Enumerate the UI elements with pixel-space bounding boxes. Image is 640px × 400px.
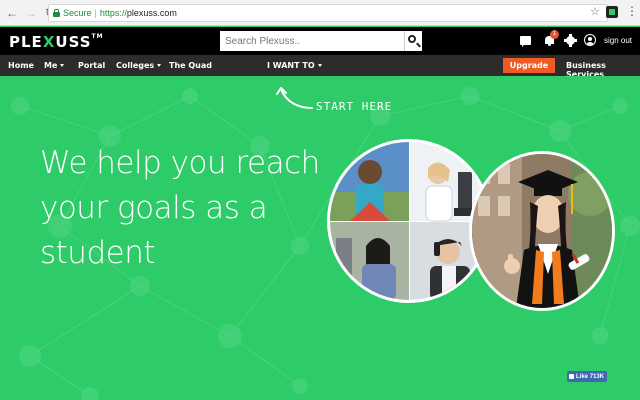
- site-header: PLEXUSSTM 1 sign out: [0, 27, 640, 55]
- hero-section: START HERE We help you reach your goals …: [0, 76, 640, 400]
- extension-icon[interactable]: [606, 6, 618, 18]
- settings-gear-icon[interactable]: [564, 34, 577, 47]
- messages-icon[interactable]: [520, 36, 531, 47]
- headline-line-2: your goals as a: [40, 190, 268, 226]
- chevron-down-icon: [157, 64, 162, 67]
- browser-menu-icon[interactable]: ⋮: [626, 4, 638, 18]
- graduate-student-image: [469, 151, 615, 311]
- notification-badge: 1: [550, 30, 559, 39]
- browser-toolbar: ← → ↻ Secure | https://plexuss.com ☆ ⋮: [0, 0, 640, 26]
- search-icon: [408, 35, 416, 43]
- thumbs-up-icon: [569, 374, 574, 379]
- nav-colleges[interactable]: Colleges: [116, 61, 162, 70]
- nav-colleges-label: Colleges: [116, 61, 155, 70]
- back-icon[interactable]: ←: [5, 6, 19, 20]
- url-separator: |: [94, 8, 97, 18]
- url-host: plexuss.com: [126, 8, 177, 18]
- headline-line-1: We help you reach: [40, 145, 320, 181]
- address-bar[interactable]: Secure | https://plexuss.com: [48, 4, 608, 22]
- user-avatar-icon[interactable]: [584, 34, 596, 46]
- url-scheme: https://: [99, 8, 127, 18]
- nav-i-want-to-label: I WANT TO: [267, 61, 315, 70]
- like-label: Like: [576, 373, 589, 380]
- facebook-like-button[interactable]: Like 713K: [567, 371, 607, 382]
- nav-i-want-to[interactable]: I WANT TO: [267, 61, 322, 70]
- nav-the-quad[interactable]: The Quad: [169, 61, 212, 70]
- search-button[interactable]: [404, 31, 422, 51]
- nav-me-label: Me: [44, 61, 58, 70]
- chevron-down-icon: [60, 64, 65, 67]
- nav-me[interactable]: Me: [44, 61, 65, 70]
- bookmark-star-icon[interactable]: ☆: [590, 5, 600, 18]
- graduate-photo: [472, 154, 612, 308]
- headline-line-3: student: [40, 235, 156, 271]
- lock-icon: [53, 9, 60, 17]
- sign-out-link[interactable]: sign out: [604, 36, 632, 45]
- like-count: 713K: [589, 373, 605, 380]
- start-here-label: START HERE: [316, 100, 393, 113]
- nav-portal[interactable]: Portal: [78, 61, 105, 70]
- plexuss-logo[interactable]: PLEXUSSTM: [9, 33, 104, 51]
- logo-text-x: X: [42, 33, 56, 51]
- search-input[interactable]: [220, 31, 404, 51]
- chevron-down-icon: [317, 64, 322, 67]
- hero-headline: We help you reach your goals as a studen…: [40, 141, 320, 276]
- logo-trademark: TM: [91, 33, 104, 40]
- forward-icon[interactable]: →: [24, 6, 38, 20]
- nav-home[interactable]: Home: [8, 61, 34, 70]
- collage-photos: [330, 142, 488, 300]
- start-here-arrow-icon: [276, 87, 313, 109]
- upgrade-button[interactable]: Upgrade: [503, 58, 555, 73]
- logo-text-start: PLE: [9, 33, 43, 51]
- secure-label: Secure: [63, 8, 92, 18]
- logo-text-end: USS: [55, 33, 92, 51]
- student-collage-image: [327, 139, 491, 303]
